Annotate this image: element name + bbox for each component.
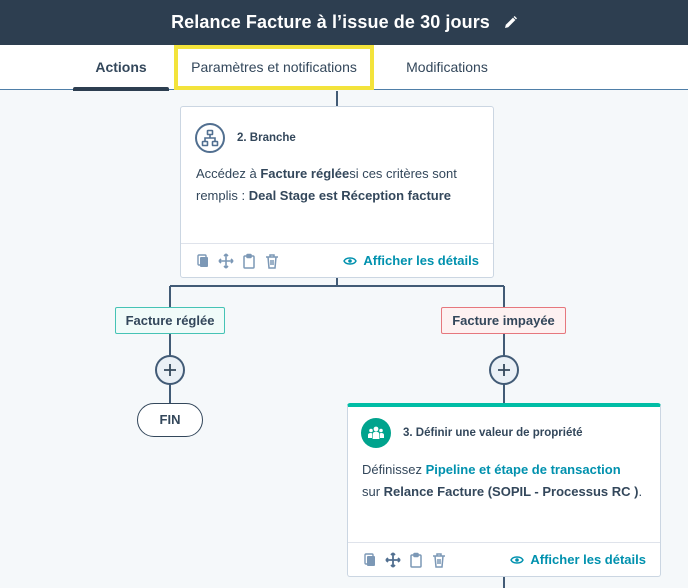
clipboard-icon[interactable] <box>408 552 424 568</box>
branch-criteria-prefix: remplis : <box>196 188 249 203</box>
branch-card-description: Accédez à Facture régléesi ces critères … <box>196 163 486 207</box>
edit-icon[interactable] <box>504 16 517 29</box>
add-action-left-button[interactable] <box>155 355 185 385</box>
tab-actions[interactable]: Actions <box>73 45 169 91</box>
property-card-toolbar: Afficher les détails <box>348 542 660 576</box>
tab-bar: Actions Paramètres et notifications Modi… <box>0 45 688 91</box>
copy-icon[interactable] <box>362 552 378 568</box>
eye-icon <box>343 256 358 265</box>
end-node: FIN <box>137 403 203 437</box>
set-property-action-card[interactable]: 3. Définir une valeur de propriété Défin… <box>347 403 661 577</box>
property-value-suffix: . <box>638 484 643 499</box>
branch-icon <box>195 123 225 153</box>
end-node-label: FIN <box>159 412 181 427</box>
branch-action-card[interactable]: 2. Branche Accédez à Facture régléesi ce… <box>180 106 494 278</box>
property-details-label: Afficher les détails <box>530 552 646 567</box>
branch-show-details-link[interactable]: Afficher les détails <box>343 253 479 268</box>
branch-text-suffix: si ces critères sont <box>349 166 457 181</box>
property-card-title: 3. Définir une valeur de propriété <box>403 427 583 439</box>
move-icon[interactable] <box>218 252 234 269</box>
copy-icon[interactable] <box>195 253 211 269</box>
tab-modifications[interactable]: Modifications <box>392 45 502 90</box>
eye-icon <box>510 555 525 564</box>
property-card-description: Définissez Pipeline et étape de transact… <box>362 459 658 503</box>
property-value: Relance Facture (SOPIL - Processus RC ) <box>383 484 639 499</box>
delete-icon[interactable] <box>264 253 280 269</box>
workflow-header: Relance Facture à l’issue de 30 jours <box>0 0 688 45</box>
branch-label-unpaid[interactable]: Facture impayée <box>441 307 566 334</box>
plus-icon <box>164 364 176 376</box>
branch-label-unpaid-text: Facture impayée <box>452 313 555 328</box>
property-text-prefix: Définissez <box>362 462 426 477</box>
property-show-details-link[interactable]: Afficher les détails <box>510 552 646 567</box>
branch-target: Facture réglée <box>260 166 350 181</box>
clipboard-icon[interactable] <box>241 253 257 269</box>
branch-criteria: Deal Stage est Réception facture <box>248 188 452 203</box>
add-action-right-button[interactable] <box>489 355 519 385</box>
branch-card-toolbar: Afficher les détails <box>181 243 493 277</box>
plus-icon <box>498 364 510 376</box>
tab-actions-label: Actions <box>95 59 147 75</box>
workflow-title: Relance Facture à l’issue de 30 jours <box>171 12 490 32</box>
property-link[interactable]: Pipeline et étape de transaction <box>426 462 621 477</box>
branch-label-paid[interactable]: Facture réglée <box>115 307 225 334</box>
property-value-prefix: sur <box>362 484 384 499</box>
users-icon <box>361 418 391 448</box>
branch-text-prefix: Accédez à <box>196 166 261 181</box>
branch-details-label: Afficher les détails <box>363 253 479 268</box>
workflow-canvas: 2. Branche Accédez à Facture régléesi ce… <box>0 91 688 588</box>
tab-settings-label: Paramètres et notifications <box>191 59 357 75</box>
move-icon[interactable] <box>385 551 401 568</box>
delete-icon[interactable] <box>431 552 447 568</box>
tab-modifications-label: Modifications <box>406 59 488 75</box>
branch-card-title: 2. Branche <box>237 132 296 144</box>
tab-settings-notifications[interactable]: Paramètres et notifications <box>174 45 374 90</box>
branch-label-paid-text: Facture réglée <box>125 313 215 328</box>
